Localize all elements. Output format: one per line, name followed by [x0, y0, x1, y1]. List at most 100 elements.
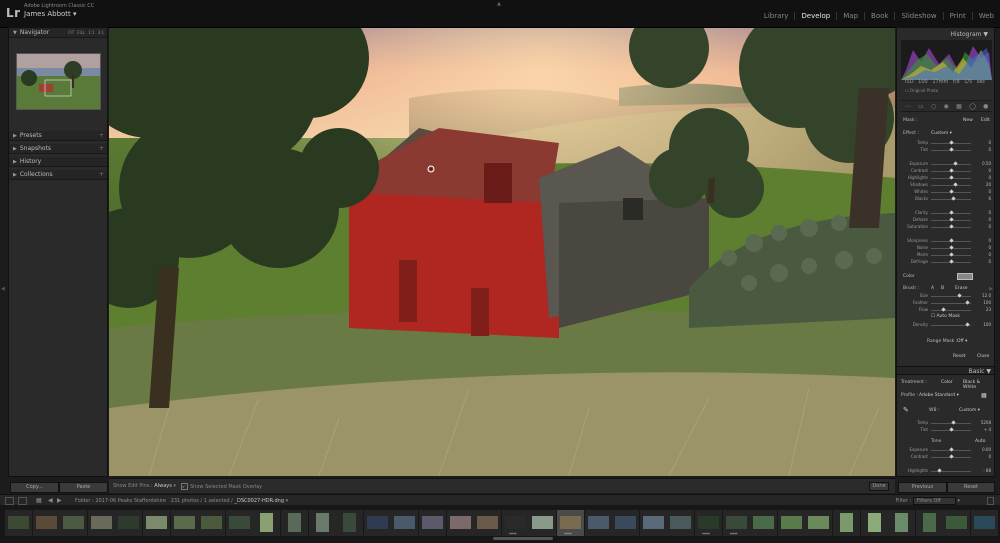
- filter-lock-icon[interactable]: [987, 497, 994, 505]
- mask-new-button[interactable]: New: [963, 118, 973, 123]
- module-tab-print[interactable]: Print: [942, 12, 972, 20]
- thumbnail-image[interactable]: [422, 516, 443, 529]
- filmstrip-thumbnail[interactable]: [225, 510, 253, 536]
- thumbnail-image[interactable]: [642, 516, 664, 529]
- brush-feather[interactable]: Feather 100: [901, 300, 992, 306]
- slider-value[interactable]: 0: [988, 245, 991, 250]
- secondary-display-1-icon[interactable]: [5, 497, 14, 505]
- thumbnail-image[interactable]: [974, 516, 995, 529]
- slider-exposure[interactable]: Exposure 0.50: [901, 161, 992, 167]
- slider-value[interactable]: 0: [988, 259, 991, 264]
- slider-value[interactable]: 5208: [981, 420, 991, 425]
- filmstrip-thumbnail[interactable]: [833, 510, 860, 536]
- filmstrip-thumbnail[interactable]: [60, 510, 88, 536]
- histogram-header[interactable]: Histogram ▼: [950, 31, 988, 38]
- adjustment-brush-icon[interactable]: ●: [983, 103, 988, 110]
- filmstrip-thumbnail[interactable]: *****: [722, 510, 750, 537]
- identity-plate[interactable]: James Abbott ▾: [24, 10, 77, 18]
- thumbnail-image[interactable]: [587, 516, 609, 529]
- thumbnail-image[interactable]: [63, 516, 85, 529]
- slider-moire[interactable]: Moire 0: [901, 252, 992, 258]
- slider-track[interactable]: [931, 310, 971, 311]
- slider-whites[interactable]: Whites 0: [901, 189, 992, 195]
- thumbnail-image[interactable]: [532, 516, 554, 529]
- filmstrip-thumbnail[interactable]: [170, 510, 198, 536]
- slider-value[interactable]: 6: [988, 196, 991, 201]
- filmstrip-thumbnail[interactable]: [860, 510, 888, 536]
- edit-pins-control[interactable]: Show Edit Pins : Always ▾: [113, 483, 176, 489]
- slider-value[interactable]: 0: [988, 252, 991, 257]
- slider-blacks[interactable]: Blacks 6: [901, 196, 992, 202]
- previous-button[interactable]: Previous: [898, 482, 947, 493]
- thumbnail-image[interactable]: [146, 516, 167, 529]
- slider-value[interactable]: - 88: [983, 468, 991, 473]
- slider-contrast[interactable]: Contrast 0: [901, 168, 992, 174]
- profile-browser-icon[interactable]: ▦: [981, 392, 987, 399]
- basic-panel-header[interactable]: Basic ▼: [897, 366, 994, 375]
- slider-tint[interactable]: Tint 0: [901, 147, 992, 153]
- right-panel-toggle[interactable]: ▶: [989, 286, 993, 292]
- thumbnail-image[interactable]: [560, 516, 581, 529]
- thumbnail-image[interactable]: [288, 513, 301, 532]
- slider-sharpness[interactable]: Sharpness 0: [901, 238, 992, 244]
- thumbnail-image[interactable]: [343, 513, 357, 532]
- panel-header-presets[interactable]: ▶ Presets +: [9, 131, 107, 141]
- filmstrip-thumbnail[interactable]: [612, 510, 640, 536]
- thumbnail-image[interactable]: [260, 513, 274, 532]
- filmstrip-scrollbar[interactable]: [493, 537, 553, 540]
- filmstrip-thumbnail[interactable]: [750, 510, 778, 536]
- wb-eyedropper-icon[interactable]: ✎: [903, 406, 909, 414]
- thumbnail-image[interactable]: [808, 516, 830, 529]
- filmstrip-thumbnail[interactable]: [198, 510, 226, 536]
- thumbnail-image[interactable]: [615, 516, 637, 529]
- slider-track[interactable]: [931, 303, 971, 304]
- profile-dropdown[interactable]: Adobe Standard ▾: [919, 393, 959, 398]
- red-eye-icon[interactable]: ◉: [944, 103, 949, 110]
- slider-track[interactable]: [931, 164, 971, 165]
- module-tab-develop[interactable]: Develop: [794, 12, 836, 20]
- tone-contrast[interactable]: Contrast 0: [901, 454, 992, 460]
- slider-track[interactable]: [931, 199, 971, 200]
- thumbnail-image[interactable]: [228, 516, 250, 529]
- basic-tint[interactable]: Tint + 4: [901, 427, 992, 433]
- panel-toggle-top[interactable]: ▲: [497, 1, 503, 7]
- mask-close-button[interactable]: Close: [977, 354, 989, 359]
- slider-clarity[interactable]: Clarity 0: [901, 210, 992, 216]
- filmstrip-thumbnail[interactable]: [308, 510, 336, 536]
- slider-shadows[interactable]: Shadows 20: [901, 182, 992, 188]
- slider-track[interactable]: [931, 471, 971, 472]
- basic-temp[interactable]: Temp 5208: [901, 420, 992, 426]
- mask-edit-button[interactable]: Edit: [981, 118, 990, 123]
- slider-value[interactable]: 23: [986, 307, 991, 312]
- filmstrip-thumbnail[interactable]: [777, 510, 805, 536]
- zoom-option[interactable]: FIT: [68, 30, 74, 35]
- thumbnail-image[interactable]: [504, 516, 526, 529]
- filmstrip-thumbnail[interactable]: *****: [501, 510, 529, 537]
- slider-value[interactable]: 0: [988, 175, 991, 180]
- brush-size[interactable]: Size 12.0: [901, 293, 992, 299]
- filmstrip-thumbnail[interactable]: [971, 510, 998, 536]
- mask-reset-button[interactable]: Reset: [953, 354, 966, 359]
- thumbnail-image[interactable]: [840, 513, 853, 532]
- grid-view-icon[interactable]: ▦: [36, 497, 42, 504]
- tone-auto-button[interactable]: Auto: [975, 439, 985, 444]
- slider-value[interactable]: 0: [988, 238, 991, 243]
- slider-noise[interactable]: Noise 0: [901, 245, 992, 251]
- module-tab-map[interactable]: Map: [836, 12, 864, 20]
- checkbox-icon[interactable]: ✓: [181, 483, 188, 490]
- slider-track[interactable]: [931, 185, 971, 186]
- mask-overlay-toggle[interactable]: ✓ Show Selected Mask Overlay: [181, 483, 262, 490]
- slider-defringe[interactable]: Defringe 0: [901, 259, 992, 265]
- brush-density[interactable]: Density 100: [901, 322, 992, 328]
- thumbnail-image[interactable]: [90, 516, 112, 529]
- filmstrip-thumbnail[interactable]: [32, 510, 60, 536]
- original-photo-toggle[interactable]: ☐ Original Photo: [905, 88, 938, 93]
- slider-temp[interactable]: Temp 0: [901, 140, 992, 146]
- slider-value[interactable]: 100: [983, 322, 991, 327]
- filmstrip-thumbnail[interactable]: [87, 510, 115, 536]
- filmstrip-thumbnail[interactable]: [115, 510, 143, 536]
- thumbnail-image[interactable]: [118, 516, 140, 529]
- filmstrip-thumbnail[interactable]: [943, 510, 971, 536]
- thumbnail-image[interactable]: [780, 516, 802, 529]
- filter-control[interactable]: Filter : Filters Off ▾: [896, 497, 960, 505]
